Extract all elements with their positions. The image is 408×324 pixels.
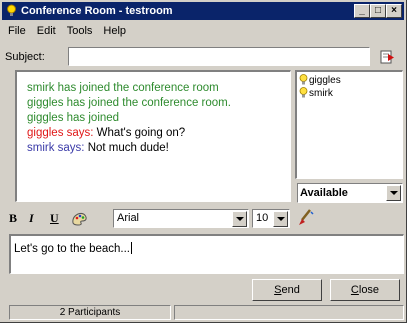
chat-line-message: smirk says: Not much dude! (27, 141, 290, 156)
status-value: Available (300, 187, 348, 199)
close-accelerator: C (350, 284, 359, 296)
compose-text: Let's go to the beach... (14, 243, 130, 255)
close-button[interactable]: Close (330, 279, 400, 301)
font-size-select[interactable]: 10 (252, 209, 290, 228)
text-caret (131, 242, 132, 254)
participant-item[interactable]: giggles (299, 74, 402, 87)
chat-line-system: giggles has joined the conference room. (27, 97, 231, 109)
bulb-icon (299, 74, 308, 85)
subject-label: Subject: (5, 51, 45, 63)
subject-input[interactable] (68, 47, 370, 66)
font-family-select[interactable]: Arial (113, 209, 249, 228)
chat-transcript[interactable]: smirk has joined the conference room gig… (15, 70, 291, 202)
minimize-button[interactable]: _ (354, 4, 370, 18)
window-title: Conference Room - testroom (21, 5, 173, 17)
color-palette-icon[interactable] (70, 209, 90, 227)
font-family-value: Arial (117, 212, 140, 224)
participant-name: giggles (309, 75, 341, 86)
font-size-value: 10 (256, 212, 269, 224)
app-bulb-icon (7, 4, 16, 16)
conference-window: Conference Room - testroom _ □ × File Edi… (0, 0, 407, 323)
menu-help[interactable]: Help (97, 22, 131, 37)
send-button[interactable]: Send (252, 279, 322, 301)
message-compose-input[interactable]: Let's go to the beach... (9, 234, 404, 274)
chat-message-text: What's going on? (93, 127, 186, 139)
chat-line-system: giggles has joined (27, 112, 120, 124)
chat-line-message: giggles says: What's going on? (27, 126, 290, 141)
menu-edit[interactable]: Edit (31, 22, 61, 37)
close-window-button[interactable]: × (386, 4, 402, 18)
status-bar-panel (174, 305, 404, 320)
participant-name: smirk (309, 88, 333, 99)
chat-message-text: Not much dude! (84, 142, 169, 154)
participant-item[interactable]: smirk (299, 87, 402, 100)
italic-button[interactable]: I (29, 211, 34, 226)
close-label: lose (358, 284, 380, 296)
chat-speaker: smirk says: (27, 142, 85, 154)
bold-button[interactable]: B (9, 211, 17, 226)
send-arrow-icon[interactable] (378, 48, 398, 66)
chevron-down-icon[interactable] (386, 185, 401, 201)
chat-speaker: giggles says: (27, 127, 94, 139)
send-label: end (281, 284, 300, 296)
chevron-down-icon[interactable] (232, 211, 247, 227)
maximize-button[interactable]: □ (370, 4, 386, 18)
chat-line-system: smirk has joined the conference room (27, 82, 219, 94)
menu-tools[interactable]: Tools (61, 22, 98, 37)
underline-button[interactable]: U (50, 211, 59, 226)
menu-file[interactable]: File (2, 22, 31, 37)
bulb-icon (299, 87, 308, 98)
chevron-down-icon[interactable] (273, 211, 288, 227)
title-bar[interactable]: Conference Room - testroom _ □ × (2, 2, 404, 20)
format-brush-icon[interactable] (296, 208, 314, 228)
menu-bar: File Edit Tools Help (2, 22, 131, 40)
status-dropdown[interactable]: Available (297, 183, 403, 203)
participant-list[interactable]: giggles smirk (295, 70, 403, 179)
status-bar-participants: 2 Participants (9, 305, 171, 320)
